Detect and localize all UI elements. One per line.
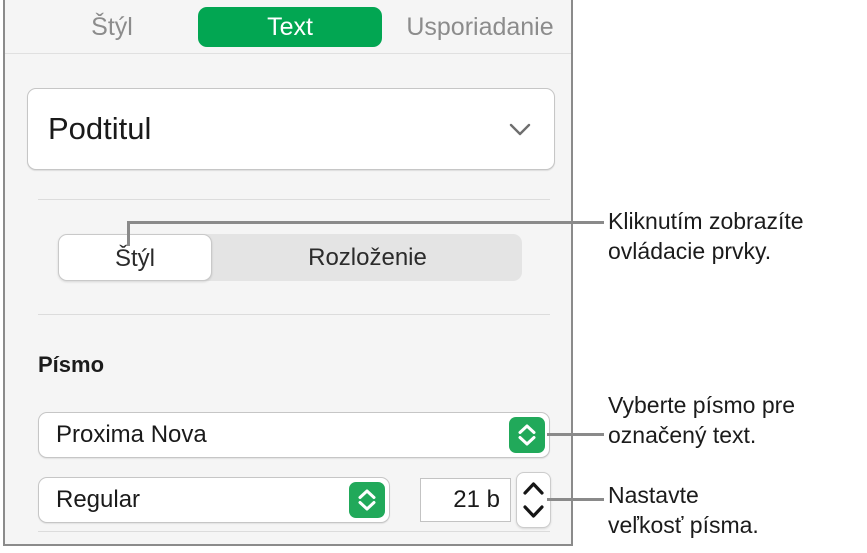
format-inspector-panel: Štýl Text Usporiadanie Podtitul Štýl Roz… <box>3 0 573 546</box>
callout-leader-3-horizontal <box>547 498 604 501</box>
callout-leader-1-horizontal <box>127 221 604 224</box>
callout-leader-1-vertical <box>127 221 130 246</box>
callout-text-set-size: Nastavte veľkosť písma. <box>608 482 759 538</box>
callout-text-choose-font: Vyberte písmo pre označený text. <box>608 392 796 448</box>
font-family-value: Proxima Nova <box>56 421 207 448</box>
section-divider <box>38 314 550 315</box>
inspector-tab-bar: Štýl Text Usporiadanie <box>5 0 571 54</box>
font-size-value: 21 b <box>453 486 500 513</box>
tab-usporiadanie[interactable]: Usporiadanie <box>387 7 573 47</box>
font-section-label: Písmo <box>38 352 105 377</box>
font-style-popup-button[interactable]: Regular <box>38 477 390 523</box>
font-family-popup-button[interactable]: Proxima Nova <box>38 412 550 458</box>
font-size-stepper[interactable] <box>516 472 551 528</box>
callout-text-show-controls: Kliknutím zobrazíte ovládacie prvky. <box>608 208 804 264</box>
up-down-chevron-icon[interactable] <box>349 482 385 518</box>
section-divider <box>38 199 550 200</box>
font-size-input[interactable]: 21 b <box>420 478 511 522</box>
segment-style[interactable]: Štýl <box>58 234 212 281</box>
tab-style[interactable]: Štýl <box>33 7 191 47</box>
segment-rozlozenie[interactable]: Rozloženie <box>215 234 520 281</box>
paragraph-style-value: Podtitul <box>48 111 152 146</box>
paragraph-style-popup-button[interactable]: Podtitul <box>27 88 555 170</box>
tab-text[interactable]: Text <box>198 7 382 47</box>
callout-leader-2-horizontal <box>547 433 604 436</box>
section-divider <box>38 531 550 532</box>
font-style-value: Regular <box>56 486 141 513</box>
up-down-chevron-icon[interactable] <box>509 417 545 453</box>
up-down-chevron-icon <box>523 482 544 518</box>
chevron-down-icon <box>508 118 532 142</box>
